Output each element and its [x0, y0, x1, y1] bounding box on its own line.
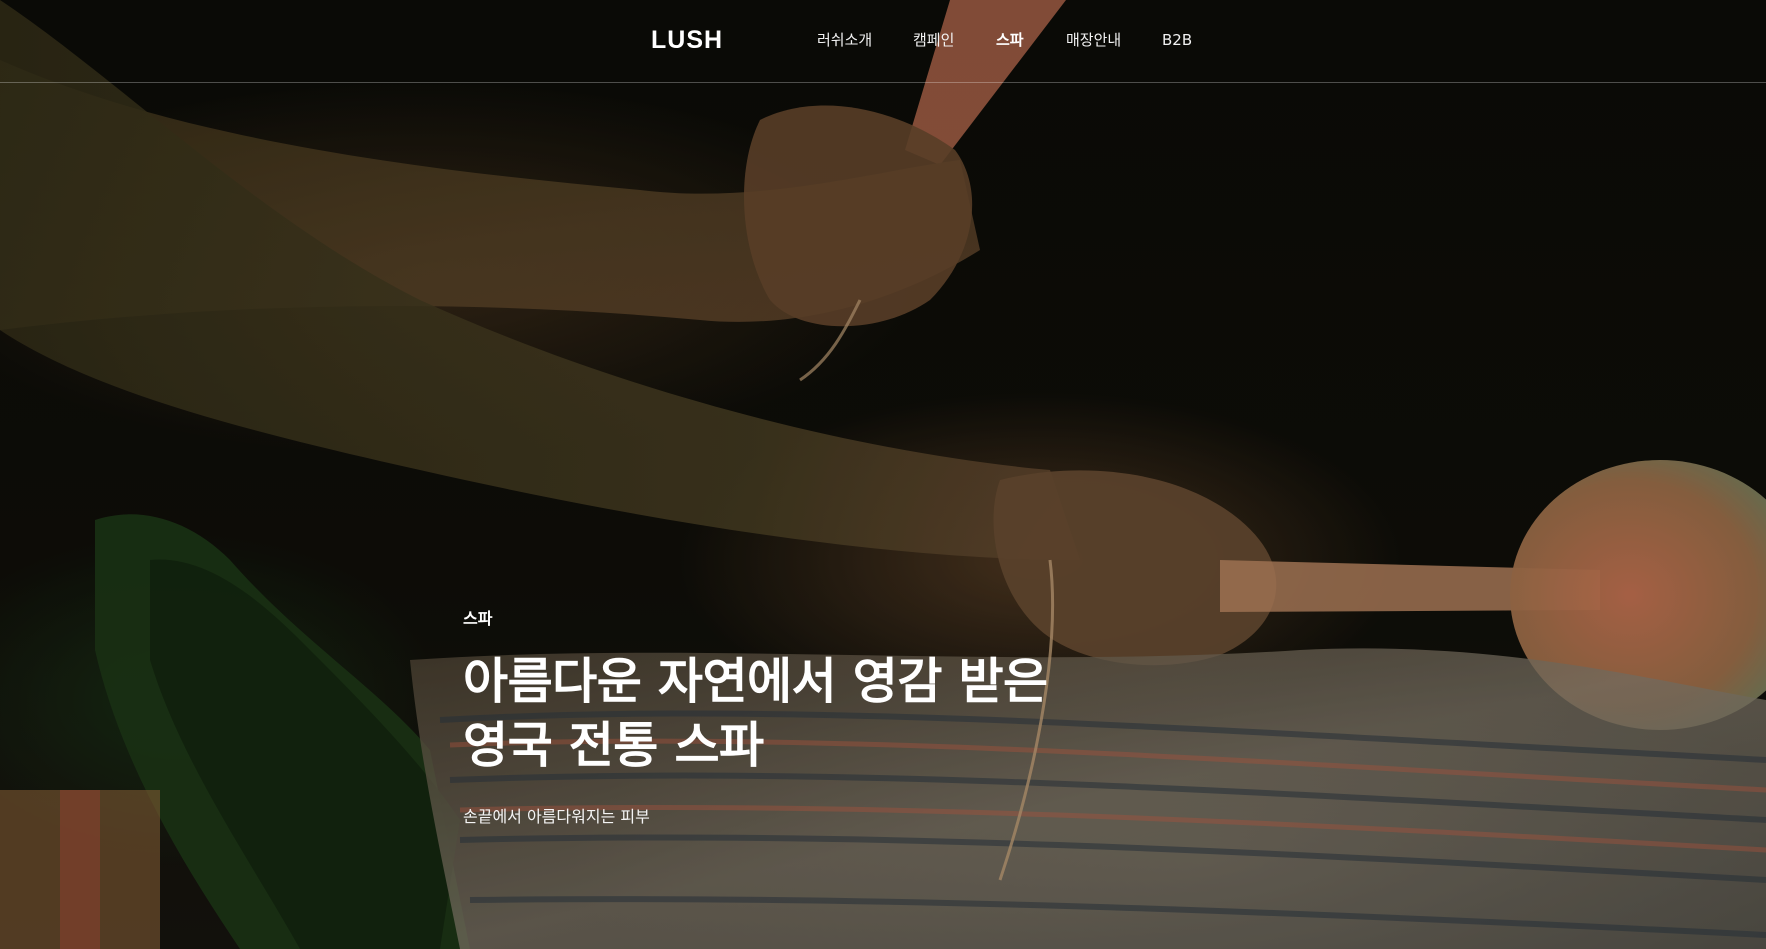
site-header: LUSH 러쉬소개 캠페인 스파 매장안내 B2B — [0, 0, 1766, 83]
nav-item-stores[interactable]: 매장안내 — [1066, 28, 1121, 52]
hero-eyebrow: 스파 — [463, 609, 493, 628]
nav-item-b2b[interactable]: B2B — [1162, 28, 1192, 52]
lush-logo[interactable]: LUSH — [651, 26, 723, 54]
hero-headline: 아름다운 자연에서 영감 받은 영국 전통 스파 — [463, 650, 1163, 778]
hero-headline-line2: 영국 전통 스파 — [463, 717, 764, 774]
nav-item-campaign[interactable]: 캠페인 — [913, 28, 954, 52]
hero-text-block: 스파 아름다운 자연에서 영감 받은 영국 전통 스파 손끝에서 아름다워지는 … — [463, 608, 1163, 828]
hero-headline-line1: 아름다운 자연에서 영감 받은 — [463, 653, 1048, 710]
hero-section: LUSH 러쉬소개 캠페인 스파 매장안내 B2B 스파 아름다운 자연에서 영… — [0, 0, 1766, 949]
hero-subline: 손끝에서 아름다워지는 피부 — [463, 807, 650, 826]
nav-item-spa[interactable]: 스파 — [996, 28, 1024, 52]
nav-item-about[interactable]: 러쉬소개 — [817, 28, 872, 52]
